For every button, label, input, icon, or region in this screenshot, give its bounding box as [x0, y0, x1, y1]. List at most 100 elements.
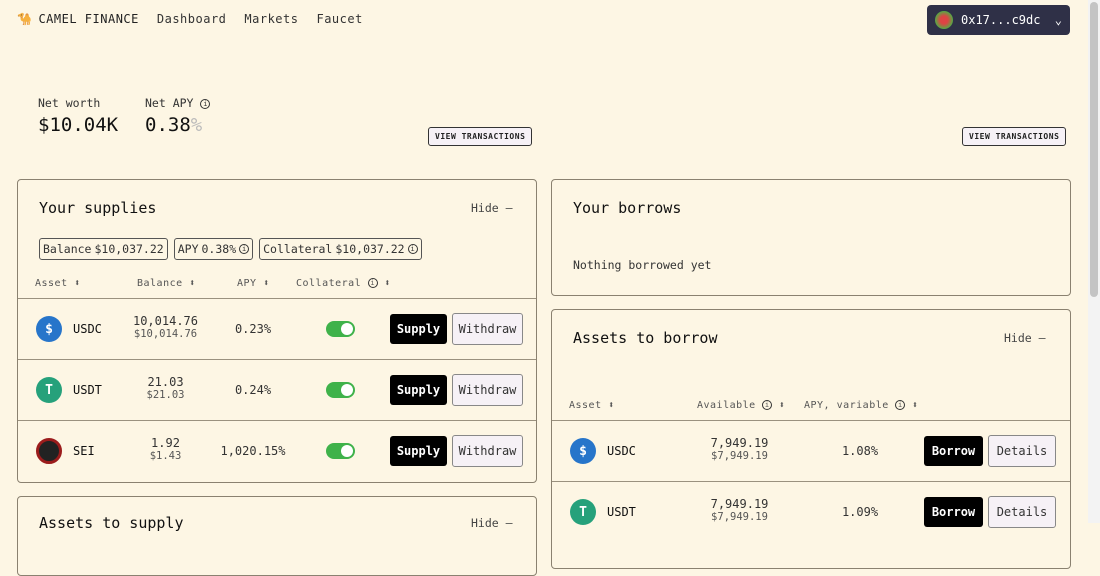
hide-button[interactable]: Hide —: [1004, 331, 1046, 345]
empty-state: Nothing borrowed yet: [573, 258, 712, 272]
top-nav: 🐪 CAMEL FINANCE Dashboard Markets Faucet: [17, 12, 363, 26]
sort-asset[interactable]: Asset ⬍: [569, 400, 615, 411]
details-button[interactable]: Details: [988, 435, 1056, 467]
net-worth-value: $10.04K: [38, 114, 119, 136]
available-usd: $7,949.19: [711, 450, 768, 462]
wallet-address: 0x17...c9dc: [961, 13, 1041, 27]
apy: 0.24%: [234, 383, 272, 397]
net-apy-label: Net APY: [145, 96, 194, 110]
header-label: Collateral: [296, 278, 362, 289]
supply-button[interactable]: Supply: [390, 314, 447, 344]
balance: 1.92: [151, 436, 180, 450]
info-icon[interactable]: i: [407, 244, 418, 254]
sei-icon: [36, 438, 62, 464]
info-icon[interactable]: i: [367, 278, 378, 288]
percent-sign: %: [190, 114, 203, 136]
chip-label: APY: [177, 242, 199, 256]
asset-symbol: SEI: [73, 444, 95, 458]
panel-title: Assets to borrow: [573, 329, 718, 347]
scrollbar-thumb[interactable]: [1090, 2, 1098, 297]
chip-value: $10,037.22: [335, 242, 405, 256]
asset-symbol: USDT: [73, 383, 102, 397]
summary-chips: Balance $10,037.22 APY 0.38% i Collateral $1…: [39, 238, 422, 260]
asset-symbol: USDC: [73, 322, 102, 336]
asset-symbol: USDC: [607, 444, 636, 458]
apy: 1.08%: [841, 444, 879, 458]
header-label: Available: [697, 400, 756, 411]
nav-dashboard[interactable]: Dashboard: [157, 12, 227, 26]
withdraw-button[interactable]: Withdraw: [452, 435, 523, 467]
net-apy-value: 0.38: [145, 114, 191, 136]
balance-usd: $10,014.76: [133, 328, 198, 340]
balance: 21.03: [147, 375, 184, 389]
collateral-toggle[interactable]: [326, 382, 355, 398]
nav-markets[interactable]: Markets: [244, 12, 298, 26]
balance-chip: Balance $10,037.22: [39, 238, 168, 260]
header-label: Asset: [35, 278, 68, 289]
hide-label: Hide: [471, 516, 499, 530]
withdraw-button[interactable]: Withdraw: [452, 313, 523, 345]
sort-available[interactable]: Available i ⬍: [697, 400, 785, 411]
net-worth-label: Net worth: [38, 96, 101, 110]
hide-label: Hide: [1004, 331, 1032, 345]
supply-button[interactable]: Supply: [390, 436, 447, 466]
assets-to-supply-panel: Assets to supply Hide —: [17, 496, 537, 576]
view-transactions-borrows-button[interactable]: VIEW TRANSACTIONS: [962, 127, 1067, 146]
available-usd: $7,949.19: [711, 511, 768, 523]
info-icon[interactable]: i: [895, 400, 906, 410]
panel-title: Assets to supply: [39, 514, 184, 532]
sort-asset[interactable]: Asset ⬍: [35, 278, 81, 289]
table-row: T USDT 21.03 $21.03 0.24% Supply Withdraw: [18, 359, 536, 420]
apy: 1.09%: [841, 505, 879, 519]
info-icon[interactable]: i: [239, 244, 250, 254]
collateral-toggle[interactable]: [326, 321, 355, 337]
chip-value: $10,037.22: [94, 242, 164, 256]
table-row: $ USDC 7,949.19 $7,949.19 1.08% Borrow De…: [552, 420, 1070, 481]
details-button[interactable]: Details: [988, 496, 1056, 528]
panel-title: Your borrows: [573, 199, 682, 217]
assets-to-borrow-panel: Assets to borrow Hide — Asset ⬍ Availabl…: [551, 309, 1071, 569]
chevron-down-icon: ⌄: [1054, 13, 1062, 27]
panel-title: Your supplies: [39, 199, 157, 217]
withdraw-button[interactable]: Withdraw: [452, 374, 523, 406]
avatar: [935, 11, 953, 29]
hide-button[interactable]: Hide —: [471, 201, 513, 215]
view-transactions-supplies-button[interactable]: VIEW TRANSACTIONS: [428, 127, 533, 146]
net-worth: Net worth $10.04K: [38, 96, 118, 136]
hide-button[interactable]: Hide —: [471, 516, 513, 530]
sort-apy-variable[interactable]: APY, variable i ⬍: [804, 400, 918, 411]
collateral-chip: Collateral $10,037.22 i: [259, 238, 422, 260]
apy: 1,020.15%: [220, 444, 286, 458]
net-apy: Net APY i 0.38%: [145, 96, 211, 136]
table-row: SEI 1.92 $1.43 1,020.15% Supply Withdraw: [18, 420, 536, 481]
usdc-icon: $: [570, 438, 596, 464]
header-label: APY: [237, 278, 257, 289]
balance-usd: $1.43: [149, 450, 182, 462]
chip-label: Balance: [43, 242, 92, 256]
nav-faucet[interactable]: Faucet: [316, 12, 362, 26]
sort-collateral[interactable]: Collateral i ⬍: [296, 278, 391, 289]
apy-chip: APY 0.38% i: [173, 238, 254, 260]
borrow-button[interactable]: Borrow: [924, 436, 983, 466]
sort-balance[interactable]: Balance ⬍: [137, 278, 196, 289]
table-row: $ USDC 10,014.76 $10,014.76 0.23% Supply …: [18, 298, 536, 359]
available: 7,949.19: [710, 497, 769, 511]
balance: 10,014.76: [132, 314, 199, 328]
sort-apy[interactable]: APY ⬍: [237, 278, 270, 289]
usdt-icon: T: [570, 499, 596, 525]
supply-button[interactable]: Supply: [390, 375, 447, 405]
camel-icon: 🐪: [17, 12, 33, 26]
balance-usd: $21.03: [146, 389, 185, 401]
wallet-button[interactable]: 0x17...c9dc ⌄: [927, 5, 1070, 35]
collateral-toggle[interactable]: [326, 443, 355, 459]
header-label: Asset: [569, 400, 602, 411]
usdt-icon: T: [36, 377, 62, 403]
your-supplies-panel: Your supplies Hide — Balance $10,037.22 A…: [17, 179, 537, 483]
apy: 0.23%: [234, 322, 272, 336]
table-row: T USDT 7,949.19 $7,949.19 1.09% Borrow De…: [552, 481, 1070, 542]
info-icon[interactable]: i: [762, 400, 773, 410]
your-borrows-panel: Your borrows Nothing borrowed yet: [551, 179, 1071, 296]
info-icon[interactable]: i: [200, 98, 211, 109]
asset-symbol: USDT: [607, 505, 636, 519]
brand[interactable]: 🐪 CAMEL FINANCE: [17, 12, 139, 26]
